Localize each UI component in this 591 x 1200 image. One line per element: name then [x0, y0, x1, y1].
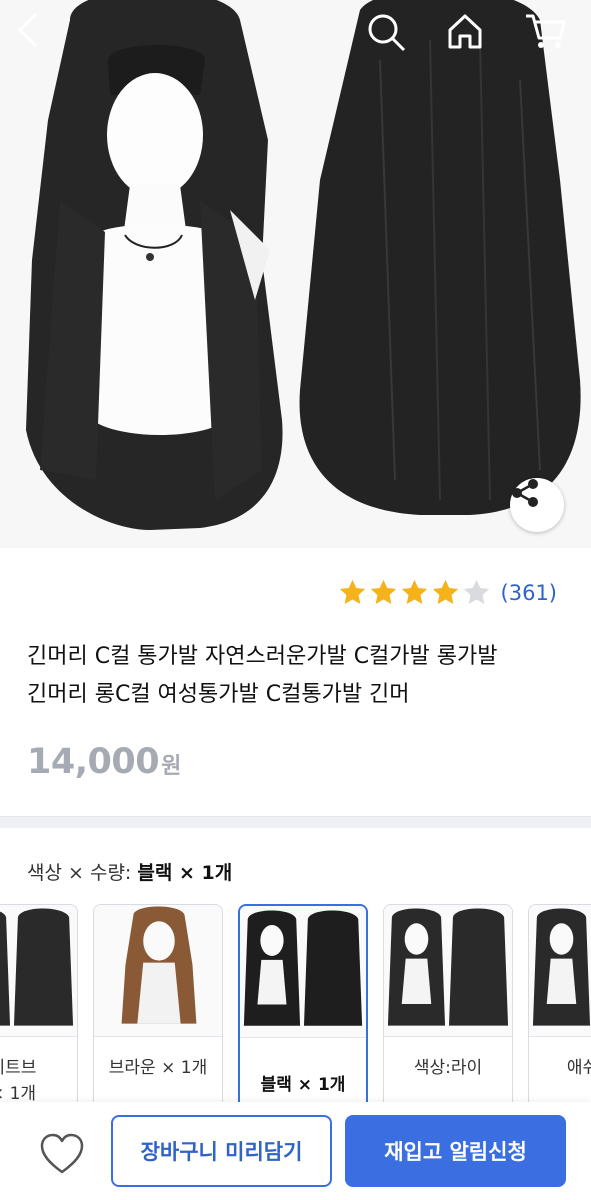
product-title-line1: 긴머리 C컬 통가발 자연스러운가발 C컬가발 롱가발 — [27, 644, 498, 669]
wig-photo — [0, 0, 591, 548]
option-thumbnail — [384, 905, 512, 1037]
price-unit: 원 — [161, 754, 182, 779]
bottom-action-bar: 장바구니 미리담기 재입고 알림신청 — [0, 1102, 591, 1200]
option-caption-line1: 애쉬 그 — [566, 1058, 591, 1078]
price: 14,000 원 — [27, 742, 181, 782]
option-label-prefix: 색상 × 수량: — [27, 862, 138, 884]
option-label: 색상 × 수량: 블랙 × 1개 — [27, 858, 232, 885]
back-button[interactable] — [14, 12, 62, 60]
add-to-cart-button[interactable]: 장바구니 미리담기 — [111, 1115, 332, 1187]
star-icon — [401, 579, 427, 604]
option-label-value: 블랙 × 1개 — [137, 862, 233, 884]
option-thumbnail — [529, 905, 591, 1037]
star-icon — [370, 579, 396, 604]
cart-button[interactable] — [524, 12, 572, 60]
option-caption-line1: 이트브 — [0, 1058, 37, 1078]
option-item[interactable]: 색상:라이 — [383, 904, 513, 1104]
option-thumbnail — [94, 905, 222, 1037]
option-thumbnail — [0, 905, 77, 1037]
rating-stars — [338, 578, 491, 607]
option-caption: 애쉬 그 — [529, 1055, 591, 1081]
option-item[interactable]: 블랙 × 1개 — [238, 904, 368, 1104]
search-button[interactable] — [366, 12, 414, 60]
product-title: 긴머리 C컬 통가발 자연스러운가발 C컬가발 롱가발 긴머리 롱C컬 여성통가… — [27, 638, 567, 714]
product-title-line2: 긴머리 롱C컬 여성통가발 C컬통가발 긴머 — [27, 682, 410, 707]
option-item[interactable]: 이트브 × 1개 — [0, 904, 78, 1104]
home-button[interactable] — [446, 12, 494, 60]
star-icon — [432, 579, 458, 604]
option-caption-line2: × 1개 — [0, 1084, 37, 1104]
product-image[interactable] — [0, 0, 591, 548]
home-icon — [448, 14, 482, 49]
option-caption: 색상:라이 — [384, 1055, 512, 1081]
search-icon — [368, 14, 406, 52]
heart-icon — [40, 1133, 84, 1174]
share-button[interactable] — [510, 478, 564, 532]
option-item[interactable]: 브라운 × 1개 — [93, 904, 223, 1104]
restock-notify-button[interactable]: 재입고 알림신청 — [345, 1115, 566, 1187]
price-amount: 14,000 — [27, 742, 160, 782]
review-count[interactable]: (361) — [501, 581, 557, 605]
option-caption-line1: 색상:라이 — [413, 1058, 483, 1078]
back-arrow-icon — [17, 12, 38, 48]
option-caption: 이트브 × 1개 — [0, 1055, 77, 1104]
star-icon — [463, 579, 489, 604]
share-icon — [512, 479, 538, 507]
option-item[interactable]: 애쉬 그 — [528, 904, 591, 1104]
option-caption-line1: 블랙 × 1개 — [260, 1075, 346, 1095]
option-carousel[interactable]: 이트브 × 1개 브라운 × 1개블랙 × 1개 색상:라이 애쉬 그 — [0, 904, 591, 1104]
cart-icon — [526, 14, 566, 48]
star-icon — [339, 579, 365, 604]
option-caption: 블랙 × 1개 — [240, 1072, 366, 1098]
option-caption-line1: 브라운 × 1개 — [108, 1058, 208, 1078]
option-caption: 브라운 × 1개 — [94, 1055, 222, 1081]
wish-button[interactable] — [38, 1132, 86, 1176]
rating[interactable]: (361) — [338, 578, 557, 607]
option-thumbnail — [240, 906, 366, 1038]
section-divider — [0, 816, 591, 828]
